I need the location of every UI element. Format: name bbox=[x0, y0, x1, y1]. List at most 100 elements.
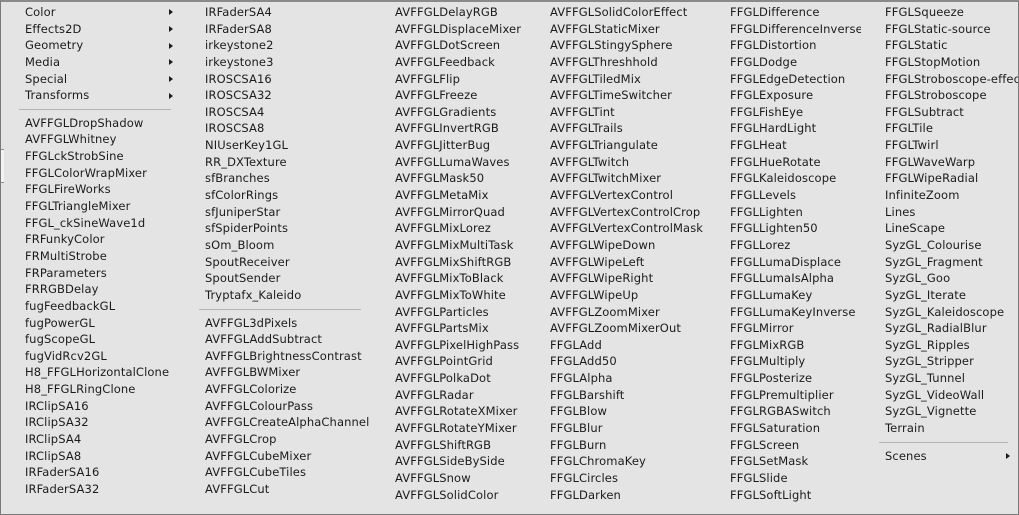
menu-item-irfadersa4[interactable]: IRFaderSA4 bbox=[181, 4, 371, 21]
menu-item-media[interactable]: Media bbox=[1, 54, 181, 71]
menu-item-avffgldisplacemixer[interactable]: AVFFGLDisplaceMixer bbox=[371, 21, 526, 38]
menu-item-ffgllumakeyinverse[interactable]: FFGLLumaKeyInverse bbox=[706, 304, 861, 321]
menu-item-ffglsubtract[interactable]: FFGLSubtract bbox=[861, 104, 1018, 121]
menu-item-ffgltwirl[interactable]: FFGLTwirl bbox=[861, 137, 1018, 154]
menu-item-ffglblow[interactable]: FFGLBlow bbox=[526, 403, 706, 420]
menu-item-avffglwiperight[interactable]: AVFFGLWipeRight bbox=[526, 270, 706, 287]
menu-item-avffgl3dpixels[interactable]: AVFFGL3dPixels bbox=[181, 315, 371, 332]
menu-item-avffglshiftrgb[interactable]: AVFFGLShiftRGB bbox=[371, 437, 526, 454]
menu-item-ffglstroboscope-effect[interactable]: FFGLStroboscope-effect bbox=[861, 71, 1018, 88]
menu-item-avffglsolidcoloreffect[interactable]: AVFFGLSolidColorEffect bbox=[526, 4, 706, 21]
menu-item-avffglcolorize[interactable]: AVFFGLColorize bbox=[181, 381, 371, 398]
menu-item-irfadersa8[interactable]: IRFaderSA8 bbox=[181, 21, 371, 38]
menu-item-syzgl-kaleidoscope[interactable]: SyzGL_Kaleidoscope bbox=[861, 304, 1018, 321]
menu-item-avffglmixshiftrgb[interactable]: AVFFGLMixShiftRGB bbox=[371, 254, 526, 271]
menu-item-avffglmirrorquad[interactable]: AVFFGLMirrorQuad bbox=[371, 204, 526, 221]
menu-item-avffglcut[interactable]: AVFFGLCut bbox=[181, 481, 371, 498]
menu-item-som-bloom[interactable]: sOm_Bloom bbox=[181, 237, 371, 254]
menu-item-ffglfireworks[interactable]: FFGLFireWorks bbox=[1, 181, 181, 198]
menu-item-avffglfeedback[interactable]: AVFFGLFeedback bbox=[371, 54, 526, 71]
menu-item-avffglzoommixerout[interactable]: AVFFGLZoomMixerOut bbox=[526, 320, 706, 337]
menu-item-avffglwipeup[interactable]: AVFFGLWipeUp bbox=[526, 287, 706, 304]
menu-item-avffglpointgrid[interactable]: AVFFGLPointGrid bbox=[371, 353, 526, 370]
menu-item-ffgldodge[interactable]: FFGLDodge bbox=[706, 54, 861, 71]
menu-item-fugscopegl[interactable]: fugScopeGL bbox=[1, 331, 181, 348]
menu-item-sfjuniperstar[interactable]: sfJuniperStar bbox=[181, 204, 371, 221]
menu-item-avffglstingysphere[interactable]: AVFFGLStingySphere bbox=[526, 37, 706, 54]
menu-item-special[interactable]: Special bbox=[1, 71, 181, 88]
menu-item-syzgl-videowall[interactable]: SyzGL_VideoWall bbox=[861, 387, 1018, 404]
menu-item-irfadersa16[interactable]: IRFaderSA16 bbox=[1, 464, 181, 481]
menu-item-ffgllighten50[interactable]: FFGLLighten50 bbox=[706, 220, 861, 237]
menu-item-avffglinvertrgb[interactable]: AVFFGLInvertRGB bbox=[371, 120, 526, 137]
menu-item-avffglparticles[interactable]: AVFFGLParticles bbox=[371, 304, 526, 321]
menu-item-terrain[interactable]: Terrain bbox=[861, 420, 1018, 437]
menu-item-avffgltint[interactable]: AVFFGLTint bbox=[526, 104, 706, 121]
menu-item-ffglstatic[interactable]: FFGLStatic bbox=[861, 37, 1018, 54]
menu-item-avffglpolkadot[interactable]: AVFFGLPolkaDot bbox=[371, 370, 526, 387]
menu-item-avffglvertexcontrolmask[interactable]: AVFFGLVertexControlMask bbox=[526, 220, 706, 237]
menu-item-syzgl-ripples[interactable]: SyzGL_Ripples bbox=[861, 337, 1018, 354]
menu-item-infinitezoom[interactable]: InfiniteZoom bbox=[861, 187, 1018, 204]
menu-item-ffgledgedetection[interactable]: FFGLEdgeDetection bbox=[706, 71, 861, 88]
menu-item-irclipsa32[interactable]: IRClipSA32 bbox=[1, 414, 181, 431]
menu-item-avffglsidebyside[interactable]: AVFFGLSideBySide bbox=[371, 453, 526, 470]
menu-item-effects2d[interactable]: Effects2D bbox=[1, 21, 181, 38]
menu-item-avffglmask50[interactable]: AVFFGLMask50 bbox=[371, 170, 526, 187]
menu-item-geometry[interactable]: Geometry bbox=[1, 37, 181, 54]
menu-item-avffglbwmixer[interactable]: AVFFGLBWMixer bbox=[181, 364, 371, 381]
menu-item-avffglrotateymixer[interactable]: AVFFGLRotateYMixer bbox=[371, 420, 526, 437]
menu-item-avffglcreatealphachannel[interactable]: AVFFGLCreateAlphaChannel bbox=[181, 414, 371, 431]
menu-item-avffglflip[interactable]: AVFFGLFlip bbox=[371, 71, 526, 88]
menu-item-avffgladdsubtract[interactable]: AVFFGLAddSubtract bbox=[181, 331, 371, 348]
menu-item-ffgllevels[interactable]: FFGLLevels bbox=[706, 187, 861, 204]
menu-item-ffglstroboscope[interactable]: FFGLStroboscope bbox=[861, 87, 1018, 104]
menu-item-ffgllumadisplace[interactable]: FFGLLumaDisplace bbox=[706, 254, 861, 271]
menu-item-avffglcubemixer[interactable]: AVFFGLCubeMixer bbox=[181, 448, 371, 465]
menu-item-frmultistrobe[interactable]: FRMultiStrobe bbox=[1, 248, 181, 265]
menu-item-h8-ffglringclone[interactable]: H8_FFGLRingClone bbox=[1, 381, 181, 398]
menu-item-ffglckstrobsine[interactable]: FFGLckStrobSine bbox=[1, 148, 181, 165]
menu-item-avffglzoommixer[interactable]: AVFFGLZoomMixer bbox=[526, 304, 706, 321]
menu-item-syzgl-goo[interactable]: SyzGL_Goo bbox=[861, 270, 1018, 287]
menu-item-sfbranches[interactable]: sfBranches bbox=[181, 170, 371, 187]
menu-item-tryptafx-kaleido[interactable]: Tryptafx_Kaleido bbox=[181, 287, 371, 304]
menu-item-ffglheat[interactable]: FFGLHeat bbox=[706, 137, 861, 154]
menu-item-syzgl-radialblur[interactable]: SyzGL_RadialBlur bbox=[861, 320, 1018, 337]
menu-item-avffglthreshhold[interactable]: AVFFGLThreshhold bbox=[526, 54, 706, 71]
menu-item-ffglblur[interactable]: FFGLBlur bbox=[526, 420, 706, 437]
menu-item-avffgltwitch[interactable]: AVFFGLTwitch bbox=[526, 154, 706, 171]
menu-item-avffglwhitney[interactable]: AVFFGLWhitney bbox=[1, 131, 181, 148]
menu-item-syzgl-fragment[interactable]: SyzGL_Fragment bbox=[861, 254, 1018, 271]
menu-item-sfspiderpoints[interactable]: sfSpiderPoints bbox=[181, 220, 371, 237]
menu-item-ffglsoftlight[interactable]: FFGLSoftLight bbox=[706, 487, 861, 504]
menu-item-spoutsender[interactable]: SpoutSender bbox=[181, 270, 371, 287]
menu-item-fugpowergl[interactable]: fugPowerGL bbox=[1, 315, 181, 332]
context-menu[interactable]: Color Effects2D Geometry Media Special Transf… bbox=[0, 0, 1019, 515]
menu-item-avffglmixmultitask[interactable]: AVFFGLMixMultiTask bbox=[371, 237, 526, 254]
menu-item-avffglrotatexmixer[interactable]: AVFFGLRotateXMixer bbox=[371, 403, 526, 420]
menu-item-syzgl-colourise[interactable]: SyzGL_Colourise bbox=[861, 237, 1018, 254]
menu-item-ffglmixrgb[interactable]: FFGLMixRGB bbox=[706, 337, 861, 354]
menu-item-ffglmultiply[interactable]: FFGLMultiply bbox=[706, 353, 861, 370]
menu-item-ffglscreen[interactable]: FFGLScreen bbox=[706, 437, 861, 454]
menu-item-ffgldifference[interactable]: FFGLDifference bbox=[706, 4, 861, 21]
menu-item-avffglcrop[interactable]: AVFFGLCrop bbox=[181, 431, 371, 448]
menu-item-iroscsa16[interactable]: IROSCSA16 bbox=[181, 71, 371, 88]
menu-item-avffgltriangulate[interactable]: AVFFGLTriangulate bbox=[526, 137, 706, 154]
menu-item-irfadersa32[interactable]: IRFaderSA32 bbox=[1, 481, 181, 498]
menu-item-iroscsa4[interactable]: IROSCSA4 bbox=[181, 104, 371, 121]
menu-item-frfunkycolor[interactable]: FRFunkyColor bbox=[1, 231, 181, 248]
menu-item-avffglstaticmixer[interactable]: AVFFGLStaticMixer bbox=[526, 21, 706, 38]
menu-item-irclipsa16[interactable]: IRClipSA16 bbox=[1, 398, 181, 415]
menu-item-iroscsa32[interactable]: IROSCSA32 bbox=[181, 87, 371, 104]
menu-item-ffglkaleidoscope[interactable]: FFGLKaleidoscope bbox=[706, 170, 861, 187]
menu-item-niuserkey1gl[interactable]: NIUserKey1GL bbox=[181, 137, 371, 154]
menu-item-ffgladd[interactable]: FFGLAdd bbox=[526, 337, 706, 354]
menu-item-avffglsolidcolor[interactable]: AVFFGLSolidColor bbox=[371, 487, 526, 504]
menu-item-ffgldistortion[interactable]: FFGLDistortion bbox=[706, 37, 861, 54]
menu-item-scenes[interactable]: Scenes bbox=[861, 448, 1018, 465]
menu-item-avffglpixelhighpass[interactable]: AVFFGLPixelHighPass bbox=[371, 337, 526, 354]
menu-item-ffgldarken[interactable]: FFGLDarken bbox=[526, 487, 706, 504]
menu-item-fugvidrcv2gl[interactable]: fugVidRcv2GL bbox=[1, 348, 181, 365]
